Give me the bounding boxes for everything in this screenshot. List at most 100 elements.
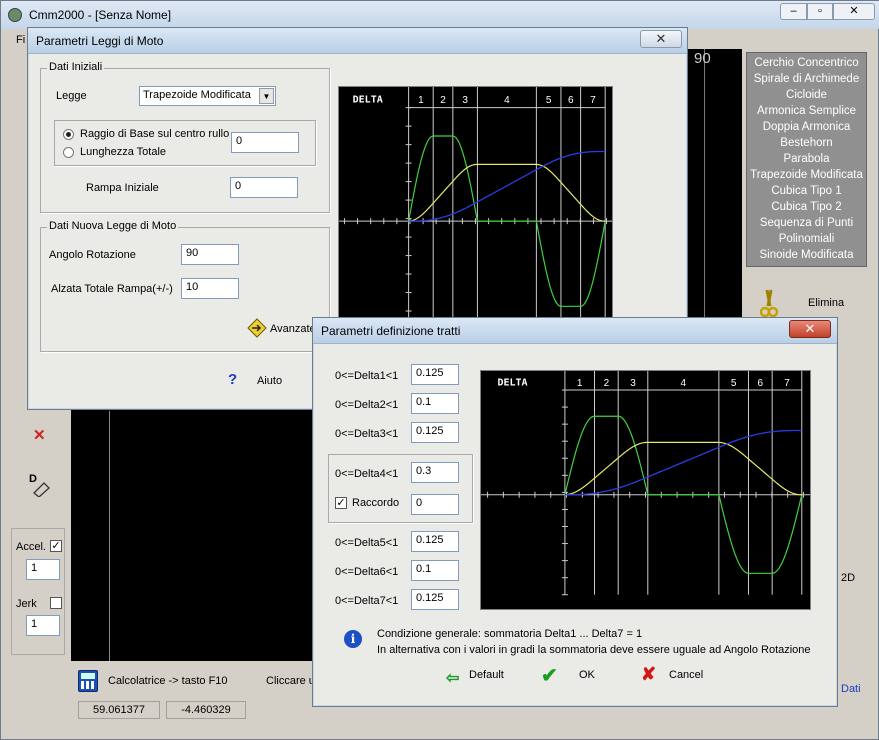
segment-label: 6 <box>568 95 574 106</box>
legge-select[interactable]: Trapezoide Modificata ▼ <box>139 86 276 106</box>
chart-title: DELTA <box>353 94 383 105</box>
rampa-label: Rampa Iniziale <box>86 182 159 194</box>
info-line1: Condizione generale: sommatoria Delta1 .… <box>377 628 643 640</box>
segment-label: 2 <box>440 95 446 106</box>
tratti-chart-svg: DELTA 1 2 3 4 5 6 7 <box>481 371 810 596</box>
raggio-input[interactable]: 0 <box>231 132 299 153</box>
segment-label: 7 <box>784 378 790 389</box>
checkmark-icon[interactable]: ✔ <box>541 663 558 688</box>
maximize-button[interactable]: ▫ <box>807 3 833 20</box>
angolo-label: Angolo Rotazione <box>49 249 136 261</box>
accel-label: Accel. <box>16 541 46 553</box>
accel-input[interactable]: 1 <box>26 559 60 580</box>
accel-checkbox[interactable]: ✓ <box>50 540 62 552</box>
segment-label: 4 <box>681 378 687 389</box>
chevron-down-icon[interactable]: ▼ <box>259 88 274 104</box>
coord-x-readout: 59.061377 <box>78 701 160 719</box>
law-item[interactable]: Cubica Tipo 2 <box>747 201 866 213</box>
law-item[interactable]: Sequenza di Punti <box>747 217 866 229</box>
dimension-tool-icon[interactable]: D <box>28 471 52 498</box>
calculator-icon[interactable] <box>78 670 98 692</box>
law-item[interactable]: Bestehorn <box>747 137 866 149</box>
law-item[interactable]: Cicloide <box>747 89 866 101</box>
arrow-left-icon[interactable]: ⇦ <box>446 668 459 688</box>
main-titlebar: Cmm2000 - [Senza Nome] – ▫ ✕ <box>1 1 879 29</box>
avanzate-button[interactable]: Avanzate <box>270 323 316 335</box>
delta5-input[interactable]: 0.125 <box>411 531 459 552</box>
raccordo-checkbox[interactable]: ✓ <box>335 497 347 509</box>
dati-tab[interactable]: Dati <box>841 683 861 695</box>
side-fragment-2d: 2D <box>841 572 856 584</box>
raggio-radio[interactable] <box>63 129 74 140</box>
segment-label: 2 <box>604 378 610 389</box>
dati-iniziali-label: Dati Iniziali <box>47 61 105 73</box>
tratti-close-button[interactable]: ✕ <box>789 320 831 338</box>
default-button[interactable]: Default <box>469 669 504 681</box>
law-item[interactable]: Cerchio Concentrico <box>747 57 866 69</box>
delta1-label: 0<=Delta1<1 <box>335 370 399 382</box>
delta1-input[interactable]: 0.125 <box>411 364 459 385</box>
segment-label: 3 <box>630 378 636 389</box>
segment-label: 5 <box>546 95 552 106</box>
close-main-button[interactable]: ✕ <box>833 3 875 20</box>
menu-fragment[interactable]: Fi <box>16 34 25 46</box>
delta2-input[interactable]: 0.1 <box>411 393 459 414</box>
elimina-button[interactable]: Elimina <box>808 297 844 309</box>
tratti-titlebar: Parametri definizione tratti ✕ <box>313 318 837 344</box>
segment-label: 5 <box>731 378 737 389</box>
delta6-input[interactable]: 0.1 <box>411 560 459 581</box>
aiuto-button[interactable]: Aiuto <box>257 375 282 387</box>
tratti-dialog: Parametri definizione tratti ✕ 0<=Delta1… <box>312 317 838 707</box>
delta4-label: 0<=Delta4<1 <box>335 468 399 480</box>
dati-nuova-label: Dati Nuova Legge di Moto <box>47 220 179 232</box>
svg-text:D: D <box>29 473 37 485</box>
help-icon[interactable]: ? <box>228 371 237 388</box>
law-item[interactable]: Doppia Armonica <box>747 121 866 133</box>
delete-point-icon[interactable]: ✕ <box>33 426 46 444</box>
laws-list[interactable]: Cerchio Concentrico Spirale di Archimede C… <box>746 52 867 267</box>
coord-y-readout: -4.460329 <box>166 701 246 719</box>
law-item[interactable]: Polinomiali <box>747 233 866 245</box>
delta2-label: 0<=Delta2<1 <box>335 399 399 411</box>
velocity-curve <box>408 163 606 222</box>
scissors-icon[interactable] <box>758 288 780 320</box>
lunghezza-radio[interactable] <box>63 147 74 158</box>
minimize-button[interactable]: – <box>780 3 807 20</box>
alzata-input[interactable]: 10 <box>181 278 239 299</box>
delta4-input[interactable]: 0.3 <box>411 462 459 483</box>
law-item[interactable]: Armonica Semplice <box>747 105 866 117</box>
cancel-x-icon[interactable]: ✘ <box>641 664 656 685</box>
cancel-button[interactable]: Cancel <box>669 669 703 681</box>
law-item[interactable]: Trapezoide Modificata <box>747 169 866 181</box>
calc-label: Calcolatrice -> tasto F10 <box>108 675 228 687</box>
legge-select-value: Trapezoide Modificata <box>143 89 251 101</box>
jerk-checkbox[interactable] <box>50 597 62 609</box>
delta6-label: 0<=Delta6<1 <box>335 566 399 578</box>
law-item[interactable]: Cubica Tipo 1 <box>747 185 866 197</box>
law-item[interactable]: Parabola <box>747 153 866 165</box>
delta7-input[interactable]: 0.125 <box>411 589 459 610</box>
delta3-input[interactable]: 0.125 <box>411 422 459 443</box>
raccordo-input[interactable]: 0 <box>411 494 459 515</box>
rampa-input[interactable]: 0 <box>230 177 298 198</box>
info-icon: i <box>344 630 362 648</box>
leggi-moto-title: Parametri Leggi di Moto <box>36 34 164 48</box>
leggi-moto-close-button[interactable]: ✕ <box>640 30 682 48</box>
segment-label: 1 <box>418 95 424 106</box>
law-item[interactable]: Sinoide Modificata <box>747 249 866 261</box>
segment-label: 7 <box>590 95 596 106</box>
segment-label: 6 <box>758 378 764 389</box>
click-fragment: Cliccare u <box>266 675 315 687</box>
delta3-label: 0<=Delta3<1 <box>335 428 399 440</box>
jerk-input[interactable]: 1 <box>26 615 60 636</box>
alzata-label: Alzata Totale Rampa(+/-) <box>51 283 173 295</box>
avanzate-icon[interactable] <box>247 318 267 338</box>
main-title: Cmm2000 - [Senza Nome] <box>29 8 172 22</box>
tratti-title: Parametri definizione tratti <box>321 324 461 338</box>
velocity-curve <box>564 441 802 496</box>
law-item[interactable]: Spirale di Archimede <box>747 73 866 85</box>
ok-button[interactable]: OK <box>579 669 595 681</box>
angolo-input[interactable]: 90 <box>181 244 239 265</box>
leggi-moto-titlebar: Parametri Leggi di Moto ✕ <box>28 28 687 54</box>
legge-label: Legge <box>56 90 87 102</box>
